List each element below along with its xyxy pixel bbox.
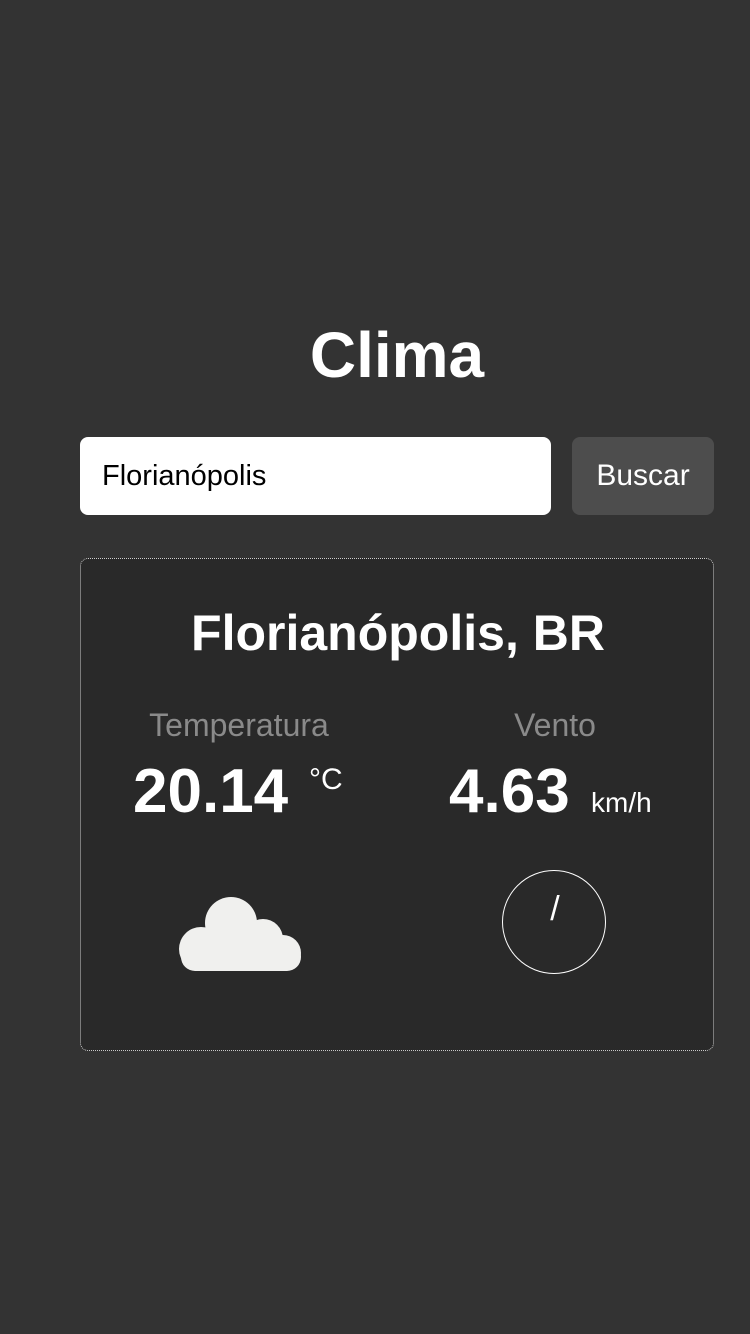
cloud-icon <box>179 897 301 971</box>
temperature-unit: °C <box>309 763 343 796</box>
page-title: Clima <box>309 319 485 391</box>
wind-label: Vento <box>514 707 596 743</box>
wind-speed-unit: km/h <box>591 787 652 818</box>
weather-app: Clima Buscar Florianópolis, BR Temperatu… <box>0 0 750 1334</box>
city-name: Florianópolis, BR <box>191 605 605 661</box>
temperature-value: 20.14 <box>133 757 289 826</box>
temperature-label: Temperatura <box>149 707 329 743</box>
wind-speed-value: 4.63 <box>449 757 570 826</box>
compass-icon: / <box>502 870 606 974</box>
city-search-input[interactable] <box>80 437 551 515</box>
weather-card: Florianópolis, BR Temperatura Vento 20.1… <box>80 558 714 1051</box>
search-button[interactable]: Buscar <box>572 437 714 515</box>
wind-direction-needle: / <box>550 890 560 928</box>
